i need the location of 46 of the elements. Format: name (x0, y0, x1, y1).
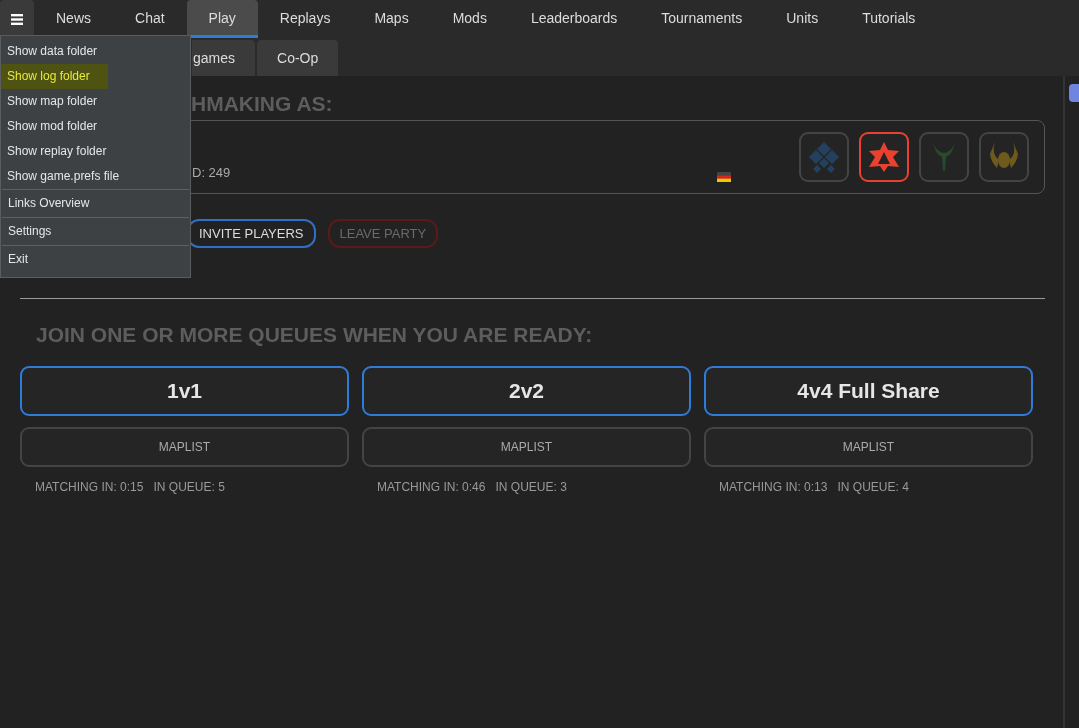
menu-item[interactable]: Show mod folder (1, 114, 190, 139)
nav-tab[interactable]: News (34, 0, 113, 38)
menu-item[interactable]: Settings (2, 218, 189, 245)
nav-tab[interactable]: Play (186, 0, 258, 38)
matching-time: MATCHING IN: 0:15 (35, 480, 144, 494)
queue-button[interactable]: 4v4 Full Share (704, 366, 1033, 416)
faction-button[interactable] (799, 132, 849, 182)
maplist-button[interactable]: MAPLIST (362, 427, 691, 467)
nav-tab[interactable]: Tutorials (840, 0, 938, 38)
nav-tab[interactable]: Tournaments (639, 0, 765, 38)
side-panel-icon (1069, 84, 1079, 102)
maplist-button[interactable]: MAPLIST (20, 427, 349, 467)
menu-item[interactable]: Links Overview (2, 190, 189, 217)
faction-button[interactable] (979, 132, 1029, 182)
player-rating: D: 249 (192, 164, 231, 180)
menu-item[interactable]: Show log folder (1, 64, 108, 89)
menu-item[interactable]: Show replay folder (1, 139, 190, 164)
queue-button[interactable]: 1v1 (20, 366, 349, 416)
section-heading: HMAKING AS: (191, 92, 333, 116)
nav-tab[interactable]: Chat (113, 0, 187, 38)
matching-time: MATCHING IN: 0:46 (377, 480, 486, 494)
nav-tab[interactable]: Units (764, 0, 841, 38)
menu-item[interactable]: Show data folder (1, 39, 190, 64)
menu-item[interactable]: Show map folder (1, 89, 190, 114)
maplist-button[interactable]: MAPLIST (704, 427, 1033, 467)
queue-count: IN QUEUE: 4 (837, 480, 909, 494)
section-heading: JOIN ONE OR MORE QUEUES WHEN YOU ARE READY: (35, 322, 594, 348)
sub-tab[interactable]: Co-Op (257, 40, 339, 76)
faction-button[interactable] (859, 132, 909, 182)
queue-button[interactable]: 2v2 (362, 366, 691, 416)
menu-item[interactable]: Exit (2, 246, 189, 273)
nav-tab[interactable]: Leaderboards (508, 0, 640, 38)
nav-tab[interactable]: Maps (352, 0, 431, 38)
menu-item[interactable]: Show game.prefs file (1, 164, 190, 189)
queue-count: IN QUEUE: 3 (495, 480, 567, 494)
menu-button[interactable] (0, 0, 34, 38)
matching-time: MATCHING IN: 0:13 (719, 480, 828, 494)
queue-count: IN QUEUE: 5 (153, 480, 225, 494)
menu-icon (11, 13, 23, 25)
flag-icon (717, 172, 732, 182)
triangle-emblem-icon (867, 140, 901, 174)
nav-tab[interactable]: Replays (257, 0, 353, 38)
diamond-grid-icon (807, 140, 841, 174)
nav-tab[interactable]: Mods (430, 0, 509, 38)
faction-button[interactable] (919, 132, 969, 182)
sub-tab[interactable]: games (192, 40, 256, 76)
